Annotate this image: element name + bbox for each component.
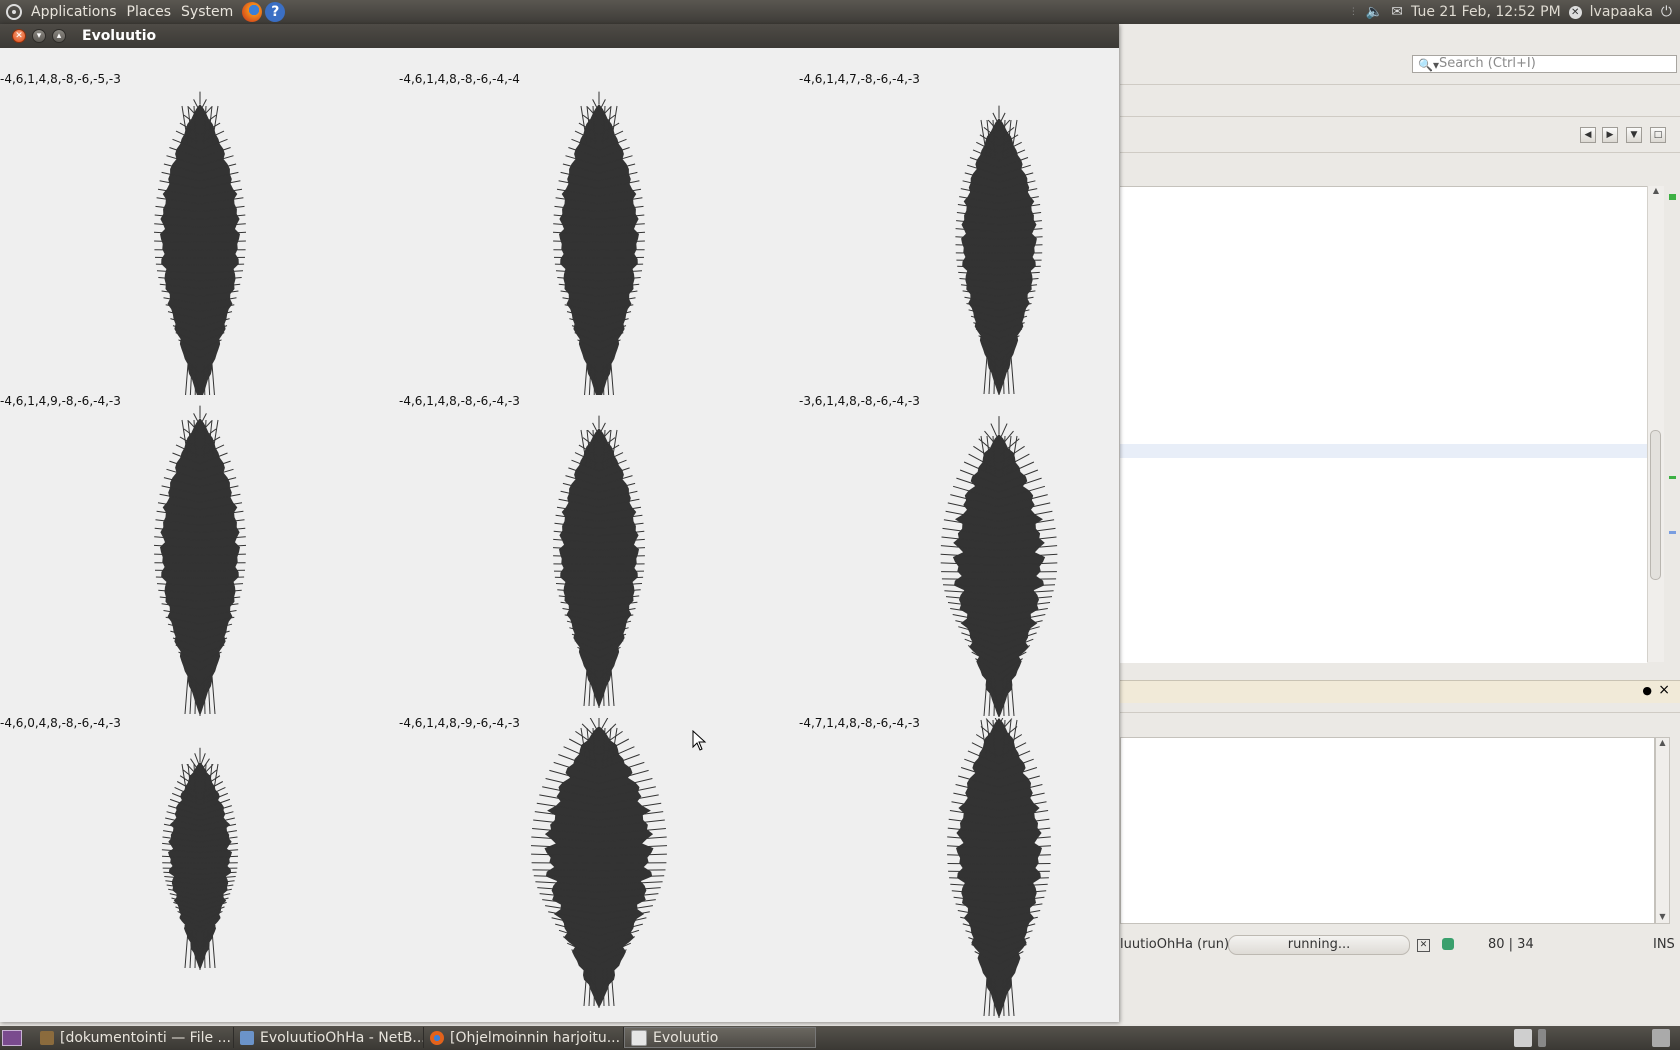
biomorph-body xyxy=(544,726,654,1008)
editor-scroll-thumb[interactable] xyxy=(1650,430,1661,580)
user-menu[interactable]: lvapaaka xyxy=(1590,4,1653,20)
places-menu[interactable]: Places xyxy=(122,4,177,20)
task-label: Evoluutio xyxy=(653,1029,719,1046)
system-menu[interactable]: System xyxy=(176,4,238,20)
maximize-editor-button[interactable]: □ xyxy=(1650,127,1666,143)
biomorph-body xyxy=(160,418,240,716)
user-status-icon[interactable]: ✕ xyxy=(1568,5,1582,19)
task-firefox[interactable]: [Ohjelmoinnin harjoitu... xyxy=(424,1027,624,1048)
close-window-button[interactable]: ✕ xyxy=(12,29,26,43)
biomorph-cell-6[interactable]: -3,6,1,4,8,-8,-6,-4,-3 xyxy=(799,394,1172,717)
caret-position: 80 | 34 xyxy=(1488,937,1534,952)
output-tab-divider xyxy=(1120,712,1680,713)
output-scrollbar[interactable]: ▲ ▼ xyxy=(1655,737,1670,924)
code-editor[interactable] xyxy=(1120,186,1647,663)
minimize-window-button[interactable]: ▾ xyxy=(32,29,46,43)
cancel-task-icon[interactable]: ✕ xyxy=(1417,939,1430,952)
volume-icon[interactable]: 🔈 xyxy=(1366,4,1383,20)
biomorph-branches xyxy=(530,718,668,1008)
biomorph-figure xyxy=(161,747,239,970)
biomorph-figure xyxy=(552,91,646,395)
evoluutio-window: ✕ ▾ ▴ Evoluutio -4,6,1,4,8,-8,-6,-5,-3 -… xyxy=(0,24,1119,1022)
notifications-icon[interactable] xyxy=(1442,938,1454,950)
folder-icon xyxy=(40,1030,54,1045)
show-desktop-icon[interactable] xyxy=(2,1030,22,1046)
scroll-tabs-right-button[interactable]: ▶ xyxy=(1602,127,1618,143)
scroll-up-icon[interactable]: ▲ xyxy=(1648,186,1664,195)
status-bar: luutioOhHa (run) running... ✕ 80 | 34 IN… xyxy=(1120,933,1680,957)
biomorph-body xyxy=(961,118,1037,395)
biomorph-figure xyxy=(946,718,1052,1018)
biomorph-figure xyxy=(940,416,1058,717)
mouse-pointer-icon xyxy=(692,730,707,751)
progress-bar[interactable]: running... xyxy=(1228,935,1410,955)
firefox-icon xyxy=(430,1030,444,1045)
applications-menu[interactable]: Applications xyxy=(26,4,122,20)
task-label: [Ohjelmoinnin harjoitu... xyxy=(450,1029,621,1046)
task-netbeans[interactable]: EvoluutioOhHa - NetB... xyxy=(234,1027,424,1048)
maximize-window-button[interactable]: ▴ xyxy=(52,29,66,43)
scroll-tabs-left-button[interactable]: ◀ xyxy=(1580,127,1596,143)
insert-mode: INS xyxy=(1653,937,1675,952)
search-placeholder: Search (Ctrl+I) xyxy=(1439,56,1536,71)
panel-indicators: ⋮ 🔈 ✉ Tue 21 Feb, 12:52 PM ✕ lvapaaka ⏻ xyxy=(1349,0,1680,24)
biomorph-figure xyxy=(153,91,247,395)
task-file-browser[interactable]: [dokumentointi — File ... xyxy=(34,1027,234,1048)
output-window-header: ● × xyxy=(1120,680,1680,703)
biomorph-figure xyxy=(552,415,646,708)
current-line-highlight xyxy=(1120,444,1647,458)
power-icon[interactable]: ⏻ xyxy=(1661,4,1672,20)
toolbar-divider xyxy=(1120,84,1680,85)
biomorph-cell-5[interactable]: -4,6,1,4,8,-8,-6,-4,-3 xyxy=(399,394,772,717)
biomorph-cell-3[interactable]: -4,6,1,4,7,-8,-6,-4,-3 xyxy=(799,72,1172,395)
editor-scrollbar[interactable]: ▲ xyxy=(1647,186,1664,662)
bottom-taskbar: [dokumentointi — File ... EvoluutioOhHa … xyxy=(0,1026,1680,1050)
editor-toolbar-divider xyxy=(1120,152,1680,153)
biomorph-cell-1[interactable]: -4,6,1,4,8,-8,-6,-5,-3 xyxy=(0,72,373,395)
biomorph-figure xyxy=(955,105,1043,395)
trash-icon[interactable] xyxy=(1652,1029,1670,1047)
biomorph-cell-2[interactable]: -4,6,1,4,8,-8,-6,-4,-4 xyxy=(399,72,772,395)
ubuntu-logo-icon[interactable] xyxy=(6,4,22,20)
separator-handle-icon: ⋮ xyxy=(1348,7,1358,17)
scroll-down-icon[interactable]: ▼ xyxy=(1656,912,1669,921)
clock[interactable]: Tue 21 Feb, 12:52 PM xyxy=(1411,4,1561,20)
biomorph-body xyxy=(952,434,1046,717)
scroll-up-icon[interactable]: ▲ xyxy=(1656,738,1669,747)
biomorph-figure xyxy=(530,718,668,1008)
search-input[interactable]: 🔍▾ Search (Ctrl+I) xyxy=(1412,55,1677,73)
top-panel: Applications Places System ? ⋮ 🔈 ✉ Tue 2… xyxy=(0,0,1680,24)
window-titlebar[interactable]: ✕ ▾ ▴ Evoluutio xyxy=(0,24,1119,48)
biomorph-body xyxy=(559,428,639,708)
netbeans-window: 🔍▾ Search (Ctrl+I) ◀ ▶ ▼ □ ▲ ● × ▲ ▼ luu… xyxy=(1120,24,1680,1024)
java-app-icon xyxy=(631,1029,647,1046)
workspace-switcher[interactable] xyxy=(1538,1029,1546,1047)
biomorph-cell-4[interactable]: -4,6,1,4,9,-8,-6,-4,-3 xyxy=(0,394,373,717)
error-stripe xyxy=(1665,186,1680,662)
firefox-launcher-icon[interactable] xyxy=(242,2,263,22)
toolbar-divider xyxy=(1120,116,1680,117)
biomorph-cell-7[interactable]: -4,6,0,4,8,-8,-6,-4,-3 xyxy=(0,716,373,1039)
help-launcher-icon[interactable]: ? xyxy=(265,2,286,22)
search-icon: 🔍▾ xyxy=(1418,58,1439,72)
ok-status-marker[interactable] xyxy=(1669,194,1676,200)
biomorph-figure xyxy=(153,405,247,716)
netbeans-cube-icon xyxy=(240,1030,254,1045)
biomorph-canvas: -4,6,1,4,8,-8,-6,-5,-3 -4,6,1,4,8,-8,-6,… xyxy=(0,48,1119,1022)
task-label: [dokumentointi — File ... xyxy=(60,1029,231,1046)
task-label: EvoluutioOhHa - NetB... xyxy=(260,1029,424,1046)
show-opened-documents-button[interactable]: ▼ xyxy=(1626,127,1642,143)
close-output-icon[interactable]: × xyxy=(1658,682,1670,698)
biomorph-body xyxy=(956,718,1042,1018)
change-marker[interactable] xyxy=(1669,476,1676,479)
change-marker[interactable] xyxy=(1669,531,1676,534)
window-title: Evoluutio xyxy=(82,28,157,44)
task-evoluutio[interactable]: Evoluutio xyxy=(624,1027,816,1048)
java-tray-icon[interactable] xyxy=(1514,1029,1532,1047)
minimize-output-icon[interactable]: ● xyxy=(1642,684,1652,697)
biomorph-cell-8[interactable]: -4,6,1,4,8,-9,-6,-4,-3 xyxy=(399,716,772,1039)
output-console[interactable] xyxy=(1120,737,1655,924)
mail-icon[interactable]: ✉ xyxy=(1391,4,1403,20)
biomorph-cell-9[interactable]: -4,7,1,4,8,-8,-6,-4,-3 xyxy=(799,716,1172,1039)
